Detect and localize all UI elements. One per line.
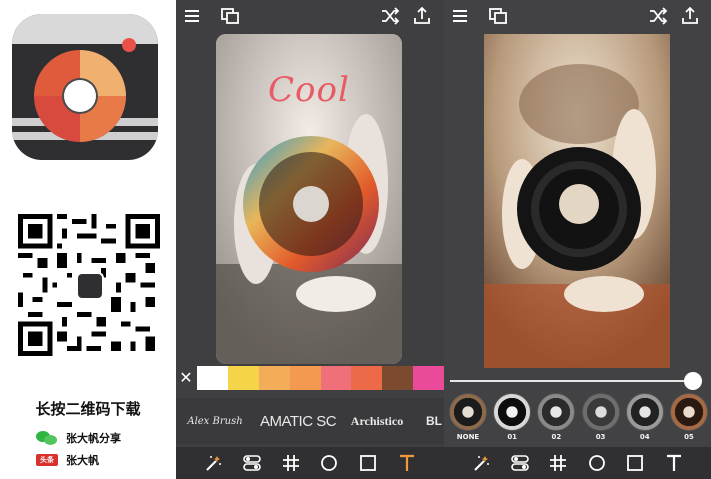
app-logo xyxy=(12,14,158,160)
filter-option[interactable]: 02 xyxy=(536,393,576,447)
filter-thumbnail xyxy=(493,393,532,431)
share-icon[interactable] xyxy=(412,6,432,26)
toggle-icon[interactable] xyxy=(241,452,263,474)
filter-thumbnail xyxy=(625,393,664,431)
menu-icon[interactable] xyxy=(450,6,470,26)
swatch-8[interactable] xyxy=(413,366,444,390)
filter-option[interactable]: NONE xyxy=(448,393,488,447)
filter-option[interactable]: 05 xyxy=(669,393,709,447)
circle-icon[interactable] xyxy=(318,452,340,474)
wechat-label: 张大帆分享 xyxy=(66,432,121,445)
font-option[interactable]: BL xyxy=(420,414,444,428)
swatch-4[interactable] xyxy=(289,366,321,390)
font-picker: Alex Brush AMATIC SC Archistico BL xyxy=(176,398,444,444)
square-icon[interactable] xyxy=(357,452,379,474)
promo-panel: 长按二维码下载 张大帆分享 头条 张大帆 xyxy=(0,0,176,479)
text-icon[interactable] xyxy=(396,452,418,474)
filter-option[interactable]: 03 xyxy=(581,393,621,447)
filter-thumbnail xyxy=(669,393,708,431)
preview-photo[interactable] xyxy=(484,34,670,368)
layers-icon[interactable] xyxy=(488,6,508,26)
swatch-1[interactable] xyxy=(197,366,228,390)
promo-title: 长按二维码下载 xyxy=(35,400,141,418)
filter-list: NONE 01 02 03 04 05 xyxy=(446,393,711,447)
shuffle-icon[interactable] xyxy=(648,6,668,26)
font-option[interactable]: AMATIC SC xyxy=(254,413,337,430)
layers-icon[interactable] xyxy=(220,6,240,26)
bottom-toolbar xyxy=(444,447,711,479)
swatch-5[interactable] xyxy=(320,366,352,390)
filter-label: 01 xyxy=(507,433,518,441)
qr-code xyxy=(18,214,160,356)
swatch-2[interactable] xyxy=(227,366,259,390)
filter-option[interactable]: 01 xyxy=(492,393,532,447)
shuffle-icon[interactable] xyxy=(380,6,400,26)
screen-text-editor: Cool ✕ Alex Brush AMATIC SC Archistico B… xyxy=(176,0,444,479)
wechat-row: 张大帆分享 xyxy=(36,430,121,446)
toggle-icon[interactable] xyxy=(509,452,531,474)
toutiao-label: 张大帆 xyxy=(66,454,99,467)
top-toolbar xyxy=(444,0,711,32)
grid-icon[interactable] xyxy=(280,452,302,474)
filter-label: 04 xyxy=(639,433,650,441)
filter-label: 02 xyxy=(551,433,562,441)
menu-icon[interactable] xyxy=(182,6,202,26)
top-toolbar xyxy=(176,0,444,32)
magic-wand-icon[interactable] xyxy=(202,452,224,474)
grid-icon[interactable] xyxy=(547,452,569,474)
swatch-6[interactable] xyxy=(351,366,383,390)
square-icon[interactable] xyxy=(624,452,646,474)
filter-thumbnail xyxy=(537,393,576,431)
qr-center-logo xyxy=(76,272,104,300)
font-option[interactable]: Alex Brush xyxy=(176,416,254,427)
swatch-7[interactable] xyxy=(382,366,414,390)
edited-photo[interactable]: Cool xyxy=(216,34,402,364)
share-icon[interactable] xyxy=(680,6,700,26)
toutiao-row: 头条 张大帆 xyxy=(36,452,99,468)
filter-thumbnail xyxy=(449,393,487,431)
screen-filter-editor: NONE 01 02 03 04 05 xyxy=(444,0,711,479)
font-option[interactable]: Archistico xyxy=(334,414,420,429)
filter-option[interactable]: 04 xyxy=(625,393,665,447)
bottom-toolbar xyxy=(176,447,444,479)
wechat-icon xyxy=(36,431,58,445)
slider-knob[interactable] xyxy=(684,372,702,390)
filter-label: NONE xyxy=(456,433,480,441)
app-root: 长按二维码下载 张大帆分享 头条 张大帆 Cool ✕ Alex Brush A… xyxy=(0,0,711,479)
filter-label: 05 xyxy=(684,433,694,441)
toutiao-badge: 头条 xyxy=(36,454,58,466)
intensity-slider[interactable] xyxy=(450,372,702,390)
filter-label: 03 xyxy=(595,433,606,441)
color-swatches xyxy=(197,366,444,390)
swatch-3[interactable] xyxy=(258,366,290,390)
text-icon[interactable] xyxy=(663,452,685,474)
slider-track xyxy=(450,380,702,382)
circle-icon[interactable] xyxy=(586,452,608,474)
overlay-text[interactable]: Cool xyxy=(268,70,350,110)
close-icon[interactable]: ✕ xyxy=(178,369,194,387)
magic-wand-icon[interactable] xyxy=(470,452,492,474)
filter-thumbnail xyxy=(581,393,620,431)
